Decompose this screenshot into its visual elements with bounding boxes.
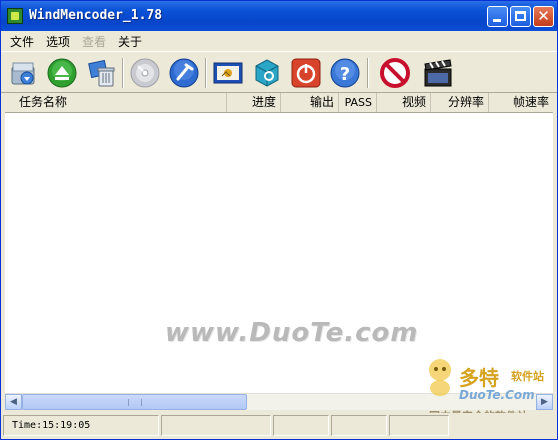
watermark: www.DuoTe.com [165,318,419,348]
status-panel-time: Time:15:19:05 [3,415,159,436]
status-bar: Time:15:19:05 [1,413,557,439]
grip-icon [128,399,142,406]
minimize-button[interactable] [487,6,508,27]
app-window: WindMencoder_1.78 ✕ 文件 选项 查看 关于 ? 任务名称 进… [0,0,558,440]
preview-button[interactable] [211,56,245,90]
scroll-thumb[interactable] [22,394,247,410]
menu-bar: 文件 选项 查看 关于 [1,31,557,51]
power-button[interactable] [289,56,323,90]
disc-icon [130,58,160,88]
menu-about[interactable]: 关于 [118,33,142,50]
column-resolution[interactable]: 分辨率 [431,93,489,112]
tools-button[interactable] [167,56,201,90]
scroll-left-button[interactable]: ◀ [5,394,22,410]
app-icon[interactable] [7,8,23,24]
status-panel-5 [389,415,449,436]
preview-icon [213,62,243,84]
close-button[interactable]: ✕ [533,6,554,27]
clapperboard-icon [424,59,452,87]
menu-options[interactable]: 选项 [46,33,70,50]
recycle-bin-icon [88,59,115,87]
close-icon: ✕ [537,7,550,25]
encode-icon [255,59,279,87]
eject-button[interactable] [45,56,79,90]
maximize-button[interactable] [510,6,531,27]
encode-button[interactable] [250,56,284,90]
minimize-icon [493,19,501,22]
status-panel-2 [161,415,271,436]
column-framerate[interactable]: 帧速率 [489,93,553,112]
help-button[interactable]: ? [328,56,362,90]
status-time: Time:15:19:05 [12,420,91,431]
recycle-bin-button[interactable] [84,56,118,90]
toolbar: ? [1,51,557,93]
window-title: WindMencoder_1.78 [29,8,163,23]
tools-icon [169,58,199,88]
toolbar-separator [205,58,207,88]
badge-sub: 软件站 [511,370,544,383]
maximize-icon [515,11,526,21]
svg-text:?: ? [340,64,350,85]
help-icon: ? [330,58,360,88]
status-panel-3 [273,415,329,436]
power-icon [291,58,321,88]
add-file-button[interactable] [7,56,41,90]
menu-file[interactable]: 文件 [10,33,34,50]
status-panel-4 [331,415,387,436]
menu-view[interactable]: 查看 [82,33,106,50]
toolbar-separator [122,58,124,88]
clapperboard-button[interactable] [421,56,455,90]
column-task-name[interactable]: 任务名称 [5,93,227,112]
stop-button[interactable] [378,56,412,90]
badge-url: DuoTe.Com [459,388,535,402]
add-file-icon [11,62,35,85]
title-bar[interactable]: WindMencoder_1.78 ✕ [1,1,557,31]
toolbar-separator [367,58,369,88]
mascot-icon [429,359,451,396]
badge-brand: 多特 [459,366,499,390]
chevron-left-icon: ◀ [10,397,17,407]
task-list[interactable]: www.DuoTe.com [5,113,553,393]
stop-icon [380,58,410,88]
column-video[interactable]: 视频 [377,93,431,112]
task-list-header: 任务名称 进度 输出 PASS 视频 分辨率 帧速率 [5,93,553,113]
eject-icon [47,58,77,88]
column-progress[interactable]: 进度 [227,93,281,112]
column-output[interactable]: 输出 [281,93,339,112]
column-pass[interactable]: PASS [339,93,377,112]
disc-button[interactable] [128,56,162,90]
